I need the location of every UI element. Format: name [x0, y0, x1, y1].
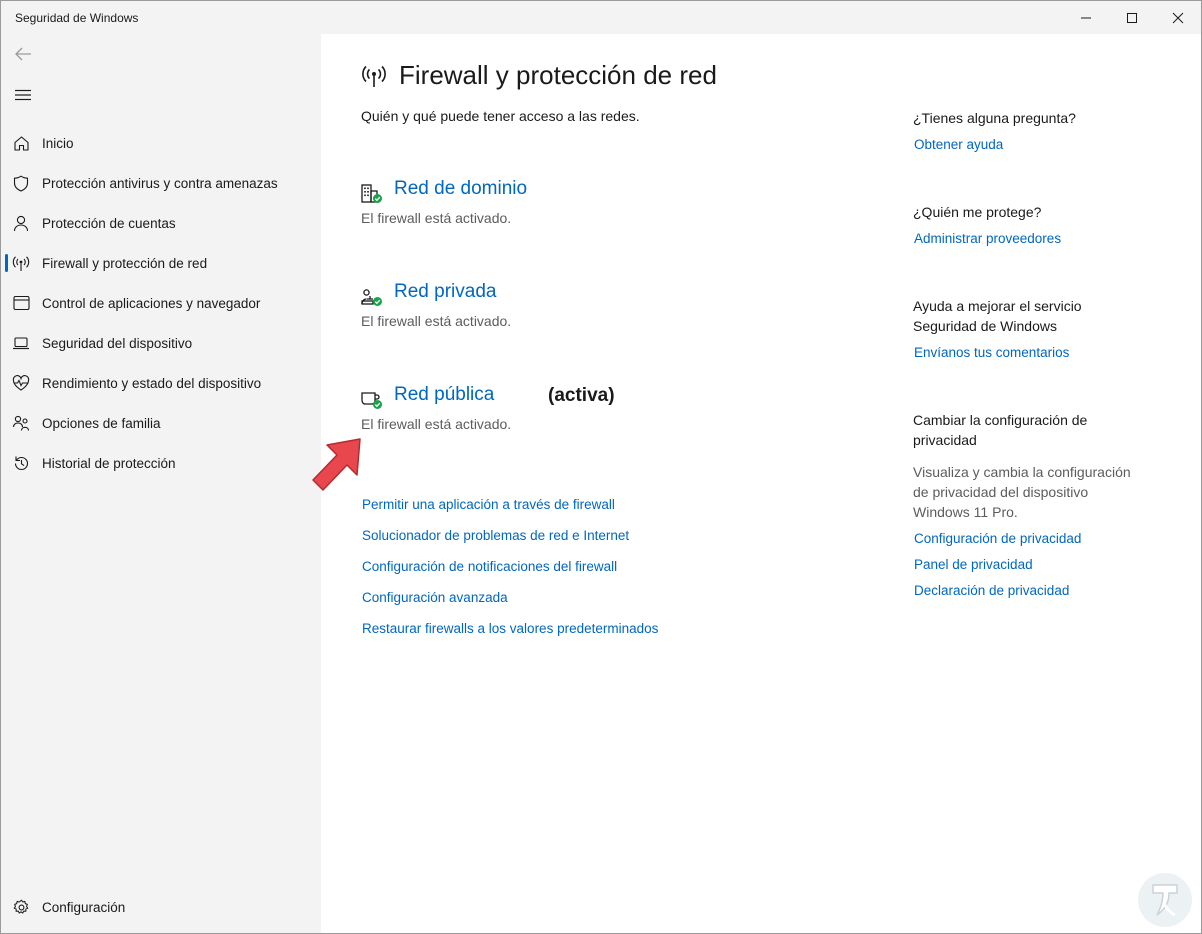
- sidebar-item-label: Protección antivirus y contra amenazas: [42, 176, 278, 191]
- sidebar-item-label: Rendimiento y estado del dispositivo: [42, 376, 262, 391]
- domain-network-icon: [361, 184, 382, 203]
- maximize-button[interactable]: [1109, 1, 1155, 34]
- advanced-settings-link[interactable]: Configuración avanzada: [362, 590, 508, 605]
- gear-icon: [12, 898, 30, 916]
- app-browser-icon: [12, 294, 30, 312]
- private-network-icon: [361, 289, 382, 306]
- network-public-link[interactable]: Red pública: [394, 384, 494, 406]
- back-button[interactable]: [11, 43, 35, 65]
- title-bar: Seguridad de Windows: [1, 1, 1201, 34]
- hamburger-icon: [15, 89, 31, 101]
- laptop-icon: [12, 334, 30, 352]
- privacy-statement-link[interactable]: Declaración de privacidad: [914, 583, 1069, 598]
- sidebar-item-rendimiento[interactable]: Rendimiento y estado del dispositivo: [1, 365, 321, 401]
- sidebar-item-label: Seguridad del dispositivo: [42, 336, 193, 351]
- sidebar-item-cuentas[interactable]: Protección de cuentas: [1, 205, 321, 241]
- firewall-notifications-link[interactable]: Configuración de notificaciones del fire…: [362, 559, 617, 574]
- active-indicator: [5, 254, 8, 272]
- privacy-text-line2: de privacidad del dispositivo: [913, 484, 1089, 500]
- antenna-icon: [12, 254, 30, 272]
- app-window: Seguridad de Windows Inicio Protección a…: [0, 0, 1202, 934]
- person-icon: [12, 214, 30, 232]
- window-title: Seguridad de Windows: [15, 11, 139, 25]
- page-subtitle: Quién y qué puede tener acceso a las red…: [361, 108, 640, 124]
- network-private-link[interactable]: Red privada: [394, 281, 496, 303]
- heart-pulse-icon: [12, 374, 30, 392]
- hamburger-menu-button[interactable]: [11, 84, 35, 106]
- sidebar-item-label: Firewall y protección de red: [42, 256, 208, 271]
- network-active-badge: (activa): [548, 385, 615, 406]
- sidebar-item-antivirus[interactable]: Protección antivirus y contra amenazas: [1, 165, 321, 201]
- privacy-heading-line2: privacidad: [913, 432, 977, 448]
- sidebar-item-label: Control de aplicaciones y navegador: [42, 296, 261, 311]
- sidebar-item-historial[interactable]: Historial de protección: [1, 445, 321, 481]
- shield-icon: [12, 174, 30, 192]
- network-public-status: El firewall está activado.: [361, 416, 512, 432]
- allow-app-link[interactable]: Permitir una aplicación a través de fire…: [362, 497, 615, 512]
- maximize-icon: [1127, 12, 1137, 23]
- sidebar-item-aplicaciones[interactable]: Control de aplicaciones y navegador: [1, 285, 321, 321]
- sidebar-item-dispositivo[interactable]: Seguridad del dispositivo: [1, 325, 321, 361]
- protect-heading: ¿Quién me protege?: [913, 204, 1042, 220]
- sidebar-item-configuracion[interactable]: Configuración: [1, 889, 321, 925]
- feedback-link[interactable]: Envíanos tus comentarios: [914, 345, 1069, 360]
- privacy-text-line1: Visualiza y cambia la configuración: [913, 464, 1131, 480]
- family-icon: [12, 414, 30, 432]
- network-private-status: El firewall está activado.: [361, 313, 512, 329]
- sidebar-item-firewall[interactable]: Firewall y protección de red: [1, 245, 321, 281]
- close-button[interactable]: [1155, 1, 1201, 34]
- privacy-settings-link[interactable]: Configuración de privacidad: [914, 531, 1081, 546]
- privacy-dashboard-link[interactable]: Panel de privacidad: [914, 557, 1033, 572]
- privacy-heading-line1: Cambiar la configuración de: [913, 412, 1088, 428]
- sidebar-item-inicio[interactable]: Inicio: [1, 125, 321, 161]
- network-domain-link[interactable]: Red de dominio: [394, 178, 527, 200]
- annotation-arrow-icon: [312, 438, 361, 491]
- sidebar-item-label: Historial de protección: [42, 456, 176, 471]
- public-network-icon: [361, 392, 382, 409]
- sidebar-item-label: Opciones de familia: [42, 416, 161, 431]
- back-arrow-icon: [15, 47, 31, 61]
- sidebar-item-label: Protección de cuentas: [42, 216, 176, 231]
- minimize-icon: [1081, 17, 1091, 18]
- sidebar-item-familia[interactable]: Opciones de familia: [1, 405, 321, 441]
- get-help-link[interactable]: Obtener ayuda: [914, 137, 1003, 152]
- main-content: Firewall y protección de red Quién y qué…: [321, 34, 1201, 933]
- close-icon: [1172, 12, 1184, 23]
- sidebar: Inicio Protección antivirus y contra ame…: [1, 34, 321, 933]
- network-troubleshooter-link[interactable]: Solucionador de problemas de red e Inter…: [362, 528, 629, 543]
- page-title: Firewall y protección de red: [399, 60, 717, 90]
- history-icon: [12, 454, 30, 472]
- restore-defaults-link[interactable]: Restaurar firewalls a los valores predet…: [362, 621, 658, 636]
- sidebar-item-label: Configuración: [42, 900, 126, 915]
- antenna-icon: [362, 65, 386, 87]
- privacy-text-line3: Windows 11 Pro.: [913, 504, 1018, 520]
- question-heading: ¿Tienes alguna pregunta?: [913, 110, 1076, 126]
- minimize-button[interactable]: [1063, 1, 1109, 34]
- watermark-logo-icon: [1138, 873, 1192, 927]
- sidebar-item-label: Inicio: [42, 136, 74, 151]
- manage-providers-link[interactable]: Administrar proveedores: [914, 231, 1061, 246]
- improve-heading-line2: Seguridad de Windows: [913, 318, 1057, 334]
- home-icon: [12, 134, 30, 152]
- improve-heading-line1: Ayuda a mejorar el servicio: [913, 298, 1082, 314]
- network-domain-status: El firewall está activado.: [361, 210, 512, 226]
